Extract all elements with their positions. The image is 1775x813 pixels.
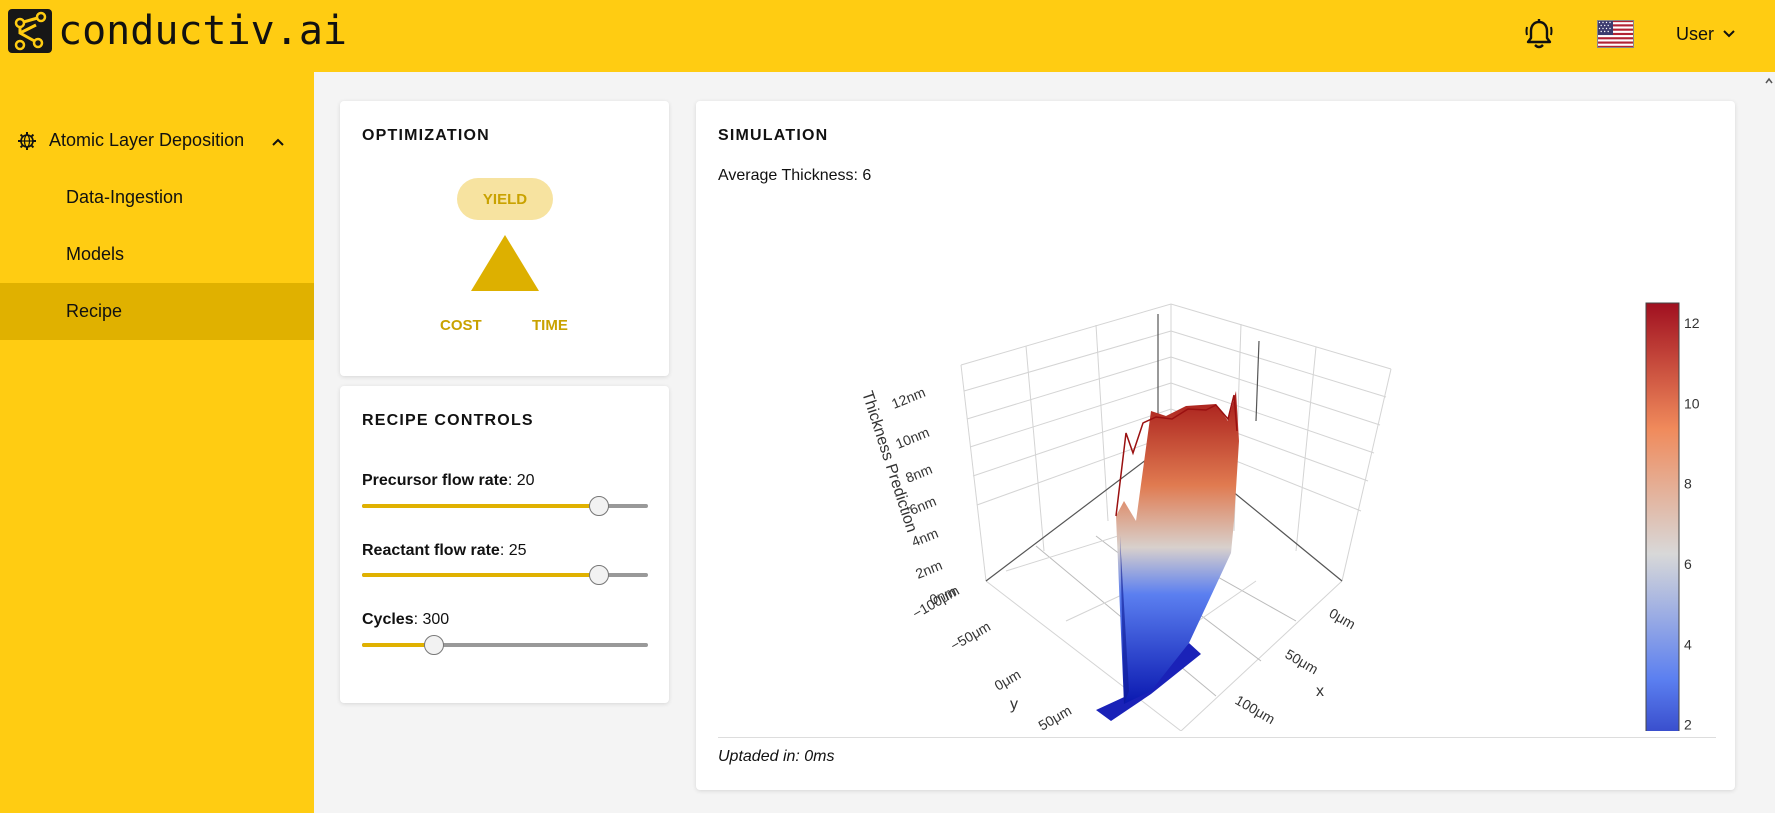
recipe-controls-card: RECIPE CONTROLS Precursor flow rate: 20 … bbox=[340, 386, 669, 703]
colorbar-tick-6: 6 bbox=[1684, 556, 1692, 572]
x-axis-title: x bbox=[1316, 683, 1324, 700]
slider-fill bbox=[362, 573, 600, 577]
optimization-title: OPTIMIZATION bbox=[362, 127, 490, 144]
brand-logo[interactable]: conductiv.ai bbox=[8, 9, 347, 53]
z-tick-8nm: 8nm bbox=[903, 461, 934, 486]
y-tick-0: 0μm bbox=[992, 666, 1024, 694]
globe-gear-icon bbox=[17, 131, 37, 151]
sidebar-item-label: Data-Ingestion bbox=[66, 187, 184, 207]
thickness-surface bbox=[1096, 391, 1239, 721]
recipe-controls-title: RECIPE CONTROLS bbox=[362, 412, 534, 429]
chevron-down-icon bbox=[1723, 30, 1735, 38]
average-thickness: Average Thickness: 6 bbox=[718, 167, 872, 184]
y-tick-50: 50μm bbox=[1036, 702, 1075, 731]
top-header: conductiv.ai User bbox=[0, 0, 1775, 72]
colorbar-tick-4: 4 bbox=[1684, 636, 1692, 652]
us-flag-icon[interactable] bbox=[1597, 20, 1634, 48]
logo-icon bbox=[8, 9, 52, 53]
time-option[interactable]: TIME bbox=[532, 317, 568, 334]
z-tick-12nm: 12nm bbox=[889, 384, 927, 412]
user-menu[interactable]: User bbox=[1676, 20, 1736, 48]
card-divider bbox=[718, 737, 1716, 738]
control-name: Cycles bbox=[362, 611, 414, 628]
cost-option[interactable]: COST bbox=[440, 317, 482, 334]
precursor-flow-rate-slider[interactable] bbox=[362, 495, 648, 517]
chevron-up-icon bbox=[271, 134, 285, 152]
cycles-label: Cycles: 300 bbox=[362, 611, 450, 628]
control-name: Reactant flow rate bbox=[362, 542, 500, 559]
user-label: User bbox=[1676, 23, 1715, 44]
x-tick-50: 50μm bbox=[1283, 646, 1322, 678]
sidebar-item-models[interactable]: Models bbox=[0, 226, 314, 283]
z-axis-title: Thickness Prediction bbox=[858, 389, 920, 535]
sidebar-item-label: Models bbox=[66, 244, 125, 264]
control-value: 300 bbox=[422, 611, 450, 628]
simulation-title: SIMULATION bbox=[718, 127, 829, 144]
brand-name: conductiv.ai bbox=[58, 8, 347, 54]
sidebar-group-label: Atomic Layer Deposition bbox=[49, 130, 245, 150]
colorbar-tick-12: 12 bbox=[1684, 315, 1700, 331]
slider-thumb[interactable] bbox=[589, 496, 610, 516]
x-tick-100: 100μm bbox=[1233, 692, 1278, 727]
thickness-3d-plot[interactable]: 12nm 10nm 8nm 6nm 4nm 2nm 0nm Thickness … bbox=[696, 191, 1735, 731]
z-tick-10nm: 10nm bbox=[893, 424, 931, 452]
control-name: Precursor flow rate bbox=[362, 472, 508, 489]
reactant-flow-rate-slider[interactable] bbox=[362, 564, 648, 586]
simulation-card: SIMULATION Average Thickness: 6 12nm 10n… bbox=[696, 101, 1735, 790]
sidebar-item-data-ingestion[interactable]: Data-Ingestion bbox=[0, 169, 314, 226]
precursor-flow-rate-label: Precursor flow rate: 20 bbox=[362, 472, 535, 489]
scroll-up-arrow-icon[interactable] bbox=[1764, 73, 1774, 84]
y-axis-title: y bbox=[1010, 696, 1018, 713]
control-value: 25 bbox=[508, 542, 527, 559]
colorbar-tick-8: 8 bbox=[1684, 476, 1692, 492]
colorbar-tick-10: 10 bbox=[1684, 395, 1700, 411]
updated-status: Uptaded in: 0ms bbox=[718, 748, 835, 765]
sidebar-item-label: Recipe bbox=[66, 301, 123, 321]
y-tick-minus100: −100μm bbox=[910, 582, 962, 621]
sidebar-item-recipe[interactable]: Recipe bbox=[0, 283, 314, 340]
y-tick-minus50: −50μm bbox=[948, 618, 994, 654]
yield-option[interactable]: YIELD bbox=[457, 178, 553, 220]
cycles-slider[interactable] bbox=[362, 634, 648, 656]
colorbar bbox=[1645, 302, 1680, 731]
z-tick-2nm: 2nm bbox=[913, 557, 944, 582]
colorbar-tick-2: 2 bbox=[1684, 717, 1692, 731]
optimization-triangle[interactable] bbox=[469, 233, 541, 293]
control-value: 20 bbox=[516, 472, 535, 489]
slider-thumb[interactable] bbox=[589, 565, 610, 585]
x-tick-0: 0μm bbox=[1327, 605, 1359, 633]
sidebar: Atomic Layer Deposition Data-Ingestion M… bbox=[0, 72, 314, 813]
slider-thumb[interactable] bbox=[423, 635, 444, 655]
slider-fill bbox=[362, 504, 600, 508]
sidebar-group-atomic-layer-deposition[interactable]: Atomic Layer Deposition bbox=[0, 118, 314, 164]
optimization-card: OPTIMIZATION YIELD COST TIME bbox=[340, 101, 669, 376]
notifications-bell-icon[interactable] bbox=[1523, 17, 1555, 51]
slider-fill bbox=[362, 643, 434, 647]
reactant-flow-rate-label: Reactant flow rate: 25 bbox=[362, 542, 527, 559]
